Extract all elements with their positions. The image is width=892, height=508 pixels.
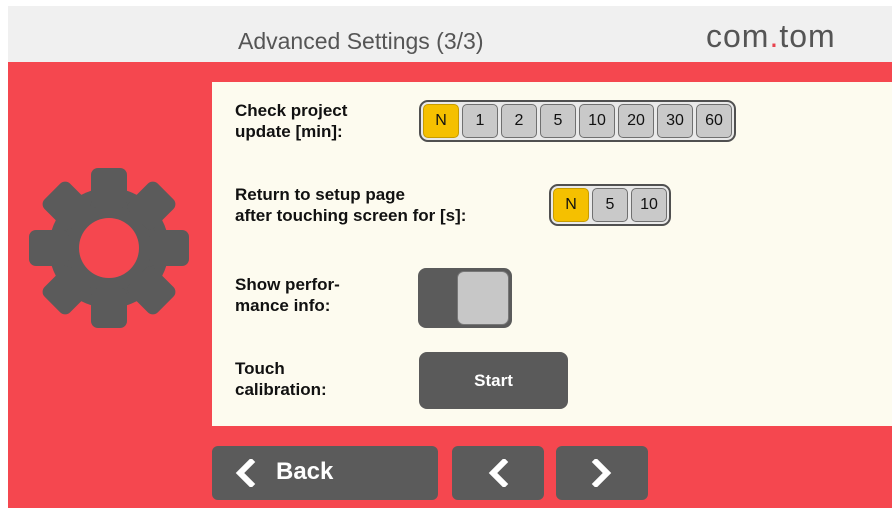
project_update-option-2[interactable]: 2 [501,104,537,138]
project_update-option-5[interactable]: 5 [540,104,576,138]
brand-logo: com.tom [706,18,836,54]
header-bar: Advanced Settings (3/3) com.tom [8,6,892,62]
project-update-selector: N 1 2 5 10 20 30 60 [419,100,736,142]
start-calibration-button[interactable]: Start [419,352,568,409]
project_update-option-10[interactable]: 10 [579,104,615,138]
return_setup-option-10[interactable]: 10 [631,188,667,222]
back-label: Back [276,458,334,485]
touch-calibration-label: Touch calibration: [235,359,327,399]
gear-icon [29,168,189,328]
project_update-option-20[interactable]: 20 [618,104,654,138]
performance-info-label: Show perfor- mance info: [235,275,340,315]
chevron-left-icon [488,459,509,487]
project_update-option-1[interactable]: 1 [462,104,498,138]
back-button[interactable]: Back [212,446,438,500]
project_update-option-30[interactable]: 30 [657,104,693,138]
project_update-option-never[interactable]: N [423,104,459,138]
project-update-label: Check project update [min]: [235,101,348,141]
chevron-left-icon [235,459,256,487]
return-setup-label: Return to setup page after touching scre… [235,185,467,225]
page-title: Advanced Settings (3/3) [238,28,484,54]
project_update-option-60[interactable]: 60 [696,104,732,138]
chevron-right-icon [591,459,612,487]
performance-info-toggle[interactable] [418,268,512,328]
toggle-knob [457,271,509,325]
previous-page-button[interactable] [452,446,544,500]
next-page-button[interactable] [556,446,648,500]
return_setup-option-never[interactable]: N [553,188,589,222]
return-setup-selector: N 5 10 [549,184,671,226]
return_setup-option-5[interactable]: 5 [592,188,628,222]
